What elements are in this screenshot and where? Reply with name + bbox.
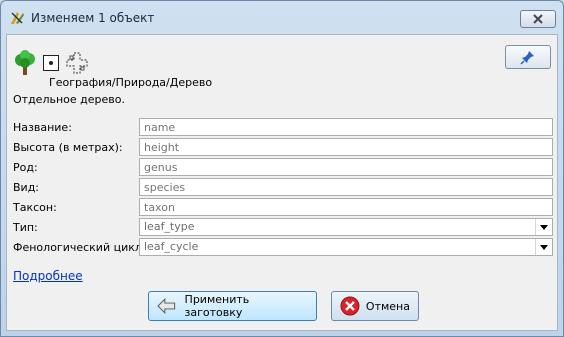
apply-preset-label: Применить заготовку (184, 293, 250, 319)
genus-label: Род: (13, 161, 38, 174)
cancel-label: Отмена (365, 299, 410, 313)
name-field[interactable] (139, 118, 553, 136)
name-label: Название: (13, 121, 72, 134)
cross-icon (66, 52, 88, 74)
close-button[interactable] (520, 10, 556, 28)
taxon-field[interactable] (139, 198, 553, 216)
chevron-down-icon (540, 244, 548, 250)
cancel-button[interactable]: Отмена (331, 291, 419, 321)
tree-icon (15, 50, 35, 75)
node-icon (43, 55, 59, 71)
leaf-cycle-combo[interactable]: leaf_cycle (139, 238, 553, 256)
apply-preset-button[interactable]: Применить заготовку (148, 291, 317, 321)
app-icon (11, 12, 24, 24)
title-bar[interactable]: Изменяем 1 объект (1, 1, 563, 35)
close-icon (533, 14, 543, 24)
height-label: Высота (в метрах): (13, 141, 123, 154)
cancel-icon (340, 296, 360, 316)
species-label: Вид: (13, 181, 40, 194)
window-title: Изменяем 1 объект (31, 11, 155, 25)
genus-field[interactable] (139, 158, 553, 176)
preset-description: Отдельное дерево. (13, 93, 125, 106)
leaf-cycle-value: leaf_cycle (144, 240, 199, 253)
pin-icon (520, 51, 534, 65)
height-field[interactable] (139, 138, 553, 156)
leaf-cycle-label: Фенологический цикл: (13, 241, 146, 254)
leaf-type-value: leaf_type (144, 220, 195, 233)
more-info-link[interactable]: Подробнее (13, 269, 83, 283)
preset-path: География/Природа/Дерево (49, 76, 213, 89)
leaf-type-dropdown-button[interactable] (535, 219, 552, 235)
leaf-type-label: Тип: (13, 221, 38, 234)
leaf-type-combo[interactable]: leaf_type (139, 218, 553, 236)
pin-button[interactable] (505, 45, 551, 69)
apply-arrow-icon (157, 297, 176, 315)
leaf-cycle-dropdown-button[interactable] (535, 239, 552, 255)
species-field[interactable] (139, 178, 553, 196)
chevron-down-icon (540, 224, 548, 230)
dialog-content: География/Природа/Дерево Отдельное дерев… (6, 34, 558, 331)
taxon-label: Таксон: (13, 201, 57, 214)
dialog-window: Изменяем 1 объект География/Природа/Дере… (0, 0, 564, 337)
